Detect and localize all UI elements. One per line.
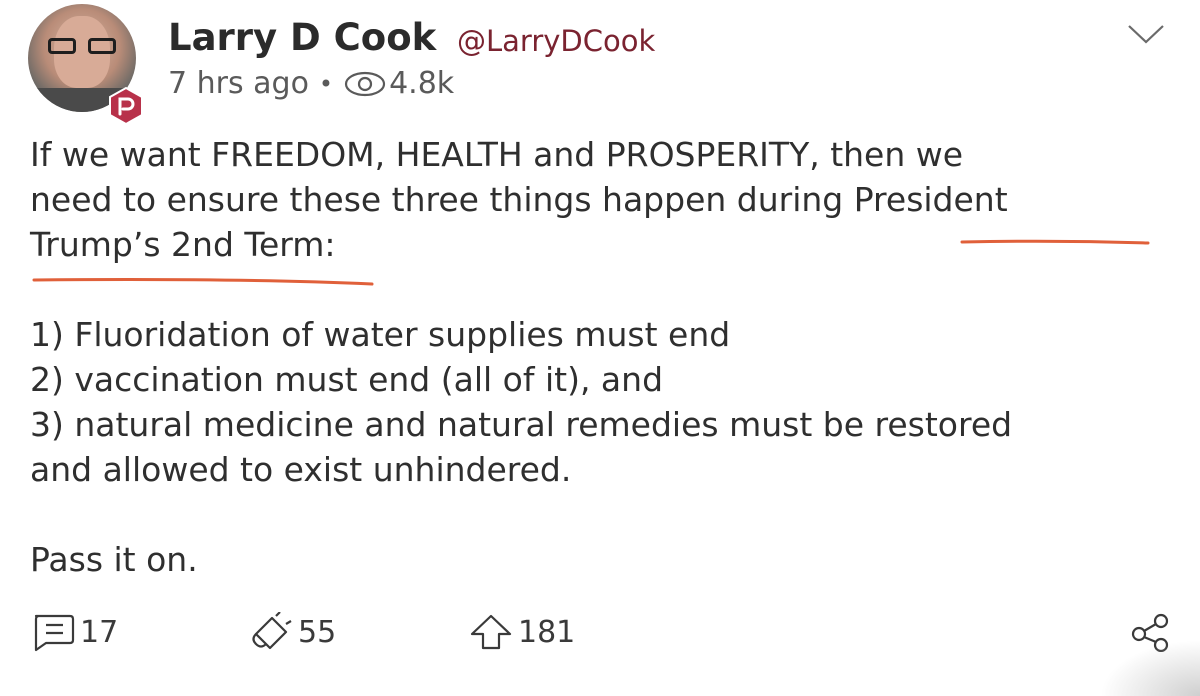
upvote-arrow-icon [470,614,512,650]
eye-icon [344,71,386,96]
post-card: Larry D Cook @LarryDCook 7 hrs ago • 4.8… [0,0,1200,696]
echo-button[interactable]: 55 [248,612,336,652]
list-item: and allowed to exist unhindered. [30,450,572,489]
post-body: If we want FREEDOM, HEALTH and PROSPERIT… [30,132,1170,582]
post-line: If we want FREEDOM, HEALTH and PROSPERIT… [30,135,964,174]
list-item: 1) Fluoridation of water supplies must e… [30,315,731,354]
megaphone-icon [252,612,292,650]
upvote-count: 181 [518,614,576,650]
parler-badge-icon [109,86,143,126]
upvote-button[interactable]: 181 [468,612,575,652]
page-curl-shadow [1100,640,1200,696]
chevron-down-icon[interactable] [1126,22,1166,46]
highlight-underline [960,239,1150,245]
list-item: 3) natural medicine and natural remedies… [30,405,1013,444]
author-name[interactable]: Larry D Cook [168,16,436,59]
action-bar: 17 55 181 [30,612,1180,658]
post-line: need to ensure these three things happen… [30,180,1008,219]
echo-count: 55 [298,614,337,650]
list-item: 2) vaccination must end (all of it), and [30,360,664,399]
comment-count: 17 [80,614,119,650]
author-handle[interactable]: @LarryDCook [457,24,655,58]
comment-icon [34,614,75,652]
highlight-underline [32,278,374,286]
post-time: 7 hrs ago [168,66,309,101]
post-meta: 7 hrs ago • 4.8k [168,66,454,101]
comment-button[interactable]: 17 [30,612,118,652]
view-count: 4.8k [389,66,455,101]
post-closing: Pass it on. [30,540,198,579]
meta-separator: • [318,69,334,98]
